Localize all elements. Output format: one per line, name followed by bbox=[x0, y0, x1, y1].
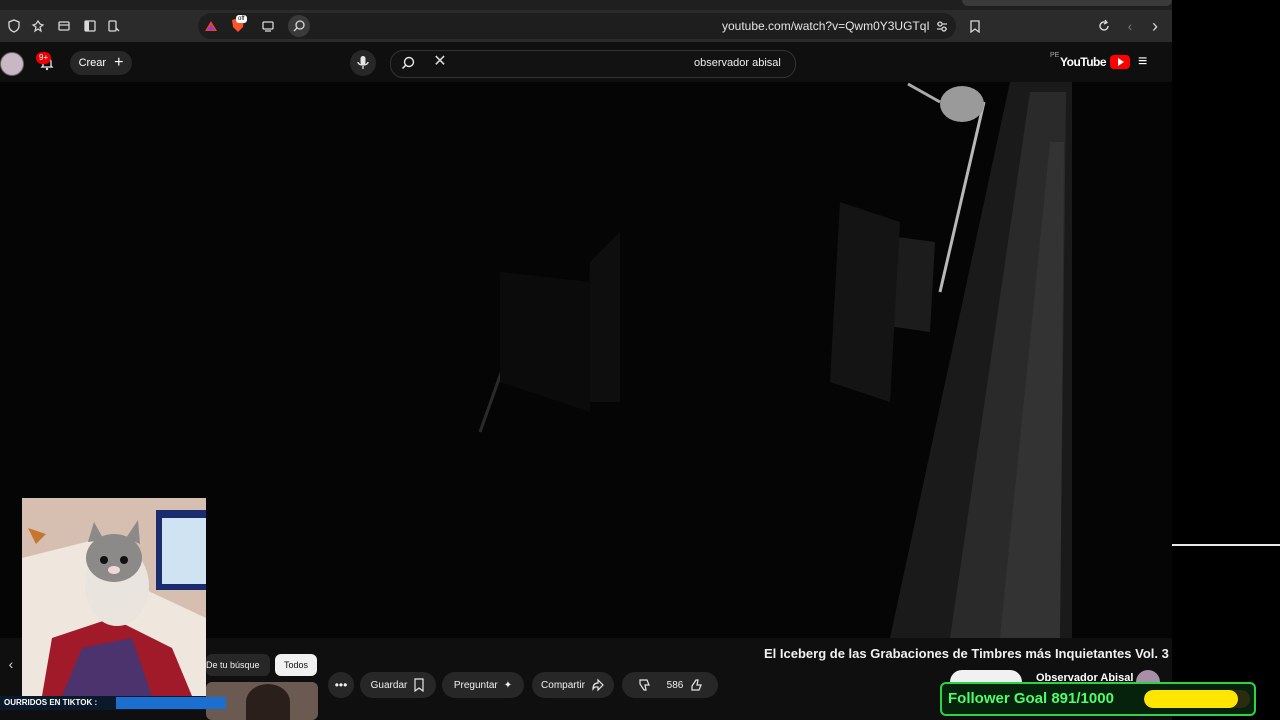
sparkle-icon: ✦ bbox=[503, 679, 513, 691]
plus-icon: + bbox=[114, 54, 124, 71]
like-count[interactable]: 586 bbox=[667, 680, 684, 691]
save-label: Guardar bbox=[370, 679, 408, 691]
ticker-accent bbox=[116, 697, 226, 709]
clear-search-icon[interactable]: ✕ bbox=[432, 54, 448, 70]
ask-button[interactable]: Preguntar ✦ bbox=[442, 672, 524, 698]
follower-goal-label: Follower Goal 891/1000 bbox=[948, 690, 1114, 707]
search-query: observador abisal bbox=[694, 57, 781, 69]
webcam-overlay bbox=[22, 498, 206, 696]
tabs-icon[interactable] bbox=[56, 18, 72, 34]
avatar[interactable] bbox=[0, 52, 24, 76]
youtube-play-icon bbox=[1110, 55, 1131, 69]
menu-icon[interactable]: ≡ bbox=[1138, 53, 1147, 71]
more-icon: ••• bbox=[334, 678, 348, 692]
cast-icon[interactable] bbox=[260, 18, 276, 34]
create-label: Crear bbox=[78, 57, 107, 69]
stream-side-panel bbox=[1172, 0, 1280, 720]
webcam-frame bbox=[22, 498, 206, 696]
search-icon[interactable] bbox=[400, 55, 416, 71]
follower-goal-progress bbox=[1144, 690, 1250, 708]
url-text[interactable]: youtube.com/watch?v=Qwm0Y3UGTqI bbox=[722, 19, 930, 33]
active-tab[interactable] bbox=[962, 0, 1172, 6]
bookmark-icon[interactable] bbox=[967, 18, 983, 34]
ask-label: Preguntar bbox=[453, 679, 498, 691]
dislike-icon[interactable] bbox=[637, 678, 651, 692]
share-button[interactable]: Compartir bbox=[532, 672, 614, 698]
sidebar-icon[interactable] bbox=[82, 18, 98, 34]
like-icon[interactable] bbox=[689, 678, 703, 692]
save-icon bbox=[413, 678, 425, 692]
lens-search-icon[interactable] bbox=[288, 15, 310, 37]
notification-badge: 9+ bbox=[36, 52, 52, 64]
logo-text: YouTube bbox=[1060, 55, 1107, 69]
extensions-icon[interactable] bbox=[30, 18, 46, 34]
ticker-text: OURRIDOS EN TIKTOK : bbox=[4, 698, 98, 707]
thumbnail-face bbox=[246, 684, 290, 720]
reading-list-icon[interactable] bbox=[106, 18, 122, 34]
chip-from-search[interactable]: De tu búsque bbox=[206, 654, 270, 676]
video-title: El Iceberg de las Grabaciones de Timbres… bbox=[764, 646, 1169, 661]
follower-goal-fill bbox=[1144, 690, 1239, 708]
microphone-icon bbox=[357, 56, 369, 69]
share-label: Compartir bbox=[541, 679, 585, 691]
site-settings-icon[interactable] bbox=[934, 18, 950, 34]
forward-icon[interactable]: ‹ bbox=[1122, 18, 1138, 34]
region-code: PE bbox=[1050, 52, 1060, 59]
shield-icon[interactable] bbox=[6, 18, 22, 34]
brave-badge: off bbox=[236, 15, 247, 23]
back-icon[interactable]: › bbox=[1146, 17, 1164, 35]
youtube-logo[interactable]: YouTube bbox=[1060, 55, 1131, 69]
save-button[interactable]: Guardar bbox=[360, 672, 436, 698]
create-button[interactable]: Crear + bbox=[70, 51, 132, 75]
brave-rewards-icon[interactable] bbox=[203, 18, 219, 34]
share-icon bbox=[591, 678, 605, 692]
chevron-left-icon[interactable]: ‹ bbox=[0, 652, 22, 676]
like-dislike-group: 586 bbox=[622, 672, 718, 698]
voice-search-button[interactable] bbox=[350, 50, 376, 76]
chip-all[interactable]: Todos bbox=[275, 654, 317, 676]
reload-icon[interactable] bbox=[1096, 18, 1112, 34]
divider bbox=[1172, 544, 1280, 546]
more-actions-button[interactable]: ••• bbox=[328, 672, 354, 698]
